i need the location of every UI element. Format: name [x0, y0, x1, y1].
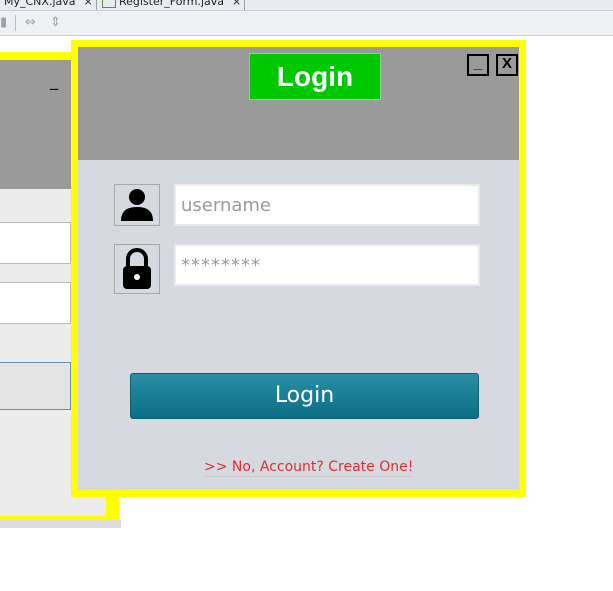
tab-label: My_CNX.java: [4, 0, 76, 8]
java-file-icon: [102, 0, 116, 8]
close-button[interactable]: X: [496, 54, 518, 76]
tab-label: Register_Form.java: [119, 0, 225, 8]
lock-icon-graphic: [123, 248, 151, 289]
tab-register-form[interactable]: Register_Form.java ×: [102, 0, 241, 10]
lock-icon: [114, 244, 160, 294]
user-icon-graphic: [121, 189, 153, 221]
minimize-icon[interactable]: _: [50, 71, 58, 90]
login-window: Login _ X Login >> No, Account? Create O…: [71, 40, 526, 497]
login-form: Login >> No, Account? Create One!: [78, 160, 519, 490]
ide-toolbar: ▮ ⇔ ⇕: [0, 11, 613, 36]
create-account-link[interactable]: >> No, Account? Create One!: [204, 459, 414, 477]
login-header: Login _ X: [78, 47, 519, 160]
tab-close-icon[interactable]: ×: [232, 0, 241, 8]
register-window-shadow: [0, 520, 121, 528]
vertical-resize-icon[interactable]: ⇕: [50, 15, 61, 30]
minimize-button[interactable]: _: [467, 54, 489, 76]
tab-divider: [244, 0, 245, 10]
tab-my-cnx[interactable]: My_CNX.java ×: [4, 0, 93, 10]
login-title: Login: [249, 53, 381, 100]
register-button[interactable]: [0, 362, 71, 410]
separator-icon: ▮: [0, 15, 8, 30]
ide-tab-bar: My_CNX.java × Register_Form.java ×: [0, 0, 613, 11]
register-field[interactable]: [0, 282, 71, 324]
register-field[interactable]: [0, 222, 71, 264]
horizontal-resize-icon[interactable]: ⇔: [25, 15, 36, 30]
login-button[interactable]: Login: [130, 373, 479, 419]
user-icon: [114, 184, 160, 226]
password-input[interactable]: [174, 244, 480, 286]
username-input[interactable]: [174, 184, 480, 226]
toolbar-divider: [15, 15, 16, 31]
tab-divider: [96, 0, 97, 10]
tab-close-icon[interactable]: ×: [84, 0, 93, 8]
